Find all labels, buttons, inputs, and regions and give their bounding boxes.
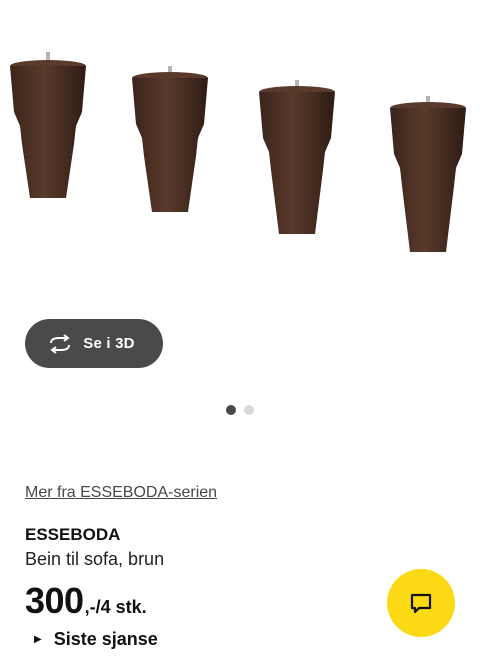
furniture-leg-4 (390, 96, 466, 252)
carousel-dots (0, 405, 480, 415)
rotate-3d-icon (50, 333, 71, 354)
triangle-right-icon: ▶ (34, 634, 42, 645)
chat-icon (410, 593, 432, 614)
product-image-gallery[interactable]: Se i 3D (0, 0, 480, 440)
product-price: 300 ,-/4 stk. (25, 580, 147, 622)
availability-text: Siste sjanse (53, 629, 158, 649)
furniture-leg-1 (10, 52, 86, 198)
furniture-leg-2 (132, 66, 208, 212)
product-image (10, 52, 466, 252)
carousel-dot-2[interactable] (244, 405, 254, 415)
view-in-3d-label: Se i 3D (83, 335, 135, 352)
price-suffix: ,-/4 stk. (84, 597, 147, 617)
product-name: ESSEBODA (25, 525, 121, 544)
furniture-leg-3 (259, 80, 335, 234)
view-in-3d-button[interactable]: Se i 3D (25, 319, 163, 368)
chat-button[interactable] (387, 569, 455, 637)
availability-status: ▶ Siste sjanse (34, 629, 158, 650)
carousel-dot-1[interactable] (226, 405, 236, 415)
product-description: Bein til sofa, brun (25, 549, 165, 569)
price-integer: 300 (25, 580, 84, 621)
series-link[interactable]: Mer fra ESSEBODA-serien (25, 484, 217, 502)
